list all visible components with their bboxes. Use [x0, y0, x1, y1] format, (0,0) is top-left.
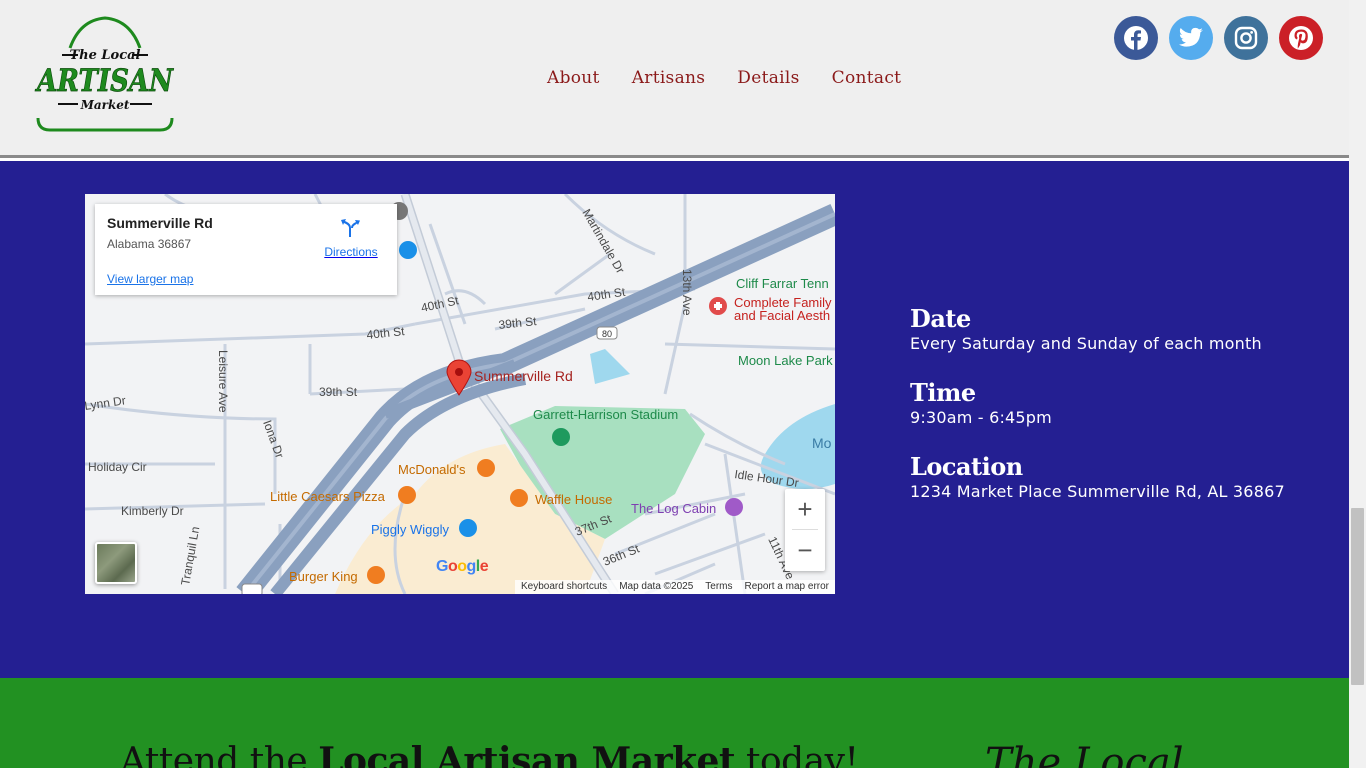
poi-label: Waffle House — [535, 492, 612, 507]
poi-label: Garrett-Harrison Stadium — [533, 407, 678, 422]
nav-about-link[interactable]: About — [547, 68, 600, 88]
site-header: The Local ARTISAN Market About Artisans … — [0, 0, 1349, 158]
pinterest-button[interactable] — [1279, 16, 1323, 60]
poi-label: Moon Lake Park — [738, 353, 833, 368]
map-data-text: Map data ©2025 — [619, 581, 694, 592]
map-attribution: Keyboard shortcuts Map data ©2025 Terms … — [515, 580, 835, 594]
zoom-out-button[interactable]: − — [785, 530, 825, 570]
twitter-button[interactable] — [1169, 16, 1213, 60]
twitter-icon — [1178, 27, 1203, 47]
page-scrollbar[interactable] — [1349, 0, 1366, 768]
place-card: Summerville Rd Alabama 36867 View larger… — [95, 204, 397, 295]
nav-artisans-link[interactable]: Artisans — [632, 68, 706, 88]
street-label: Holiday Cir — [88, 460, 147, 474]
poi-label: Little Caesars Pizza — [270, 489, 386, 504]
location-value: 1234 Market Place Summerville Rd, AL 368… — [910, 482, 1285, 501]
time-value: 9:30am - 6:45pm — [910, 408, 1052, 427]
logo-main-text: ARTISAN — [34, 63, 174, 99]
street-label: Kimberly Dr — [121, 504, 184, 518]
report-error-link[interactable]: Report a map error — [745, 581, 829, 594]
satellite-toggle[interactable] — [95, 542, 137, 584]
street-label: 13th Ave — [680, 269, 694, 316]
google-map[interactable]: 80 40th St 40th St 40th St 39th St 39th … — [85, 194, 835, 594]
poi-label: Mo — [812, 435, 832, 451]
cta-bold: Local Artisan Market — [318, 740, 736, 768]
date-value: Every Saturday and Sunday of each month — [910, 334, 1262, 353]
street-label: Iona Dr — [260, 418, 287, 460]
logo-bottom-text: Market — [80, 98, 130, 112]
main-nav: About Artisans Details Contact — [547, 68, 901, 88]
poi-label: and Facial Aesth — [734, 308, 830, 323]
view-larger-map-link[interactable]: View larger map — [107, 272, 193, 286]
event-details: Date Every Saturday and Sunday of each m… — [910, 305, 1285, 527]
zoom-in-button[interactable]: + — [785, 489, 825, 529]
facebook-button[interactable] — [1114, 16, 1158, 60]
poi-label: McDonald's — [398, 462, 466, 477]
scrollbar-thumb[interactable] — [1351, 508, 1364, 685]
date-heading: Date — [910, 304, 971, 333]
google-logo: Google — [436, 558, 489, 575]
terms-link[interactable]: Terms — [705, 581, 732, 594]
keyboard-shortcuts-link[interactable]: Keyboard shortcuts — [521, 581, 607, 594]
instagram-icon — [1234, 26, 1258, 50]
street-label: Martindale Dr — [579, 207, 627, 276]
location-heading: Location — [910, 452, 1023, 481]
pinterest-icon — [1289, 26, 1313, 50]
poi-label: Piggly Wiggly — [371, 522, 450, 537]
cta-section: Attend the Local Artisan Market today! T… — [0, 678, 1349, 768]
street-label: 36th St — [601, 541, 642, 568]
directions-icon — [341, 219, 360, 237]
poi-label: Cliff Farrar Tenn — [736, 276, 829, 291]
logo-top-text: The Local — [69, 48, 140, 63]
nav-details-link[interactable]: Details — [737, 68, 799, 88]
time-heading: Time — [910, 378, 976, 407]
street-label: Leisure Ave — [216, 350, 230, 413]
pin-label: Summerville Rd — [474, 368, 573, 384]
nav-contact-link[interactable]: Contact — [832, 68, 902, 88]
poi-label: Burger King — [289, 569, 358, 584]
cta-prefix: Attend the — [120, 741, 319, 768]
social-links — [1114, 16, 1323, 60]
street-label: Tranquil Ln — [178, 525, 202, 586]
street-label: 39th St — [319, 385, 358, 399]
poi-label: The Log Cabin — [631, 501, 716, 516]
street-label: 39th St — [498, 314, 538, 332]
instagram-button[interactable] — [1224, 16, 1268, 60]
footer-logo-script: The Local — [985, 740, 1184, 768]
place-name: Summerville Rd — [107, 215, 213, 231]
zoom-controls: + − — [785, 489, 825, 571]
directions-button[interactable]: Directions — [321, 216, 381, 259]
cta-suffix: today! — [735, 741, 859, 768]
route-80-shield: 80 — [602, 329, 612, 339]
street-label: 40th St — [366, 324, 406, 342]
place-address: Alabama 36867 — [107, 237, 192, 251]
directions-label: Directions — [324, 245, 378, 259]
facebook-icon — [1124, 26, 1148, 50]
cta-heading: Attend the Local Artisan Market today! — [120, 740, 859, 768]
artisan-market-logo[interactable]: The Local ARTISAN Market — [30, 14, 180, 136]
